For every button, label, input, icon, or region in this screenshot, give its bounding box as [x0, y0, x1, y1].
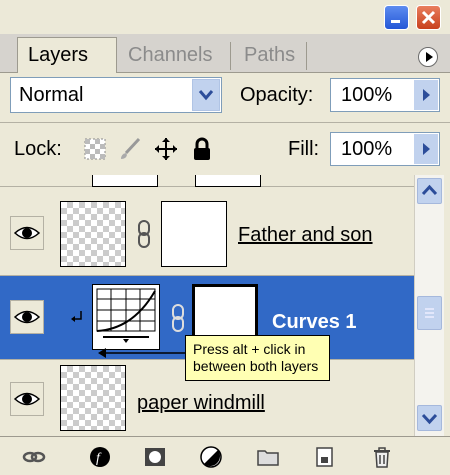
- folder-icon[interactable]: [256, 445, 280, 469]
- scroll-thumb[interactable]: [417, 296, 442, 330]
- fill-arrow-icon[interactable]: [414, 134, 438, 164]
- eye-icon[interactable]: [10, 300, 44, 334]
- close-icon[interactable]: [416, 5, 441, 30]
- layer-mask-thumbnail: [195, 175, 261, 187]
- curves-icon: [92, 284, 160, 350]
- fill-input[interactable]: 100%: [330, 132, 440, 166]
- opacity-arrow-icon[interactable]: [414, 80, 438, 110]
- tooltip: Press alt + click in between both layers: [185, 335, 330, 381]
- adjustment-layer-icon[interactable]: [199, 445, 223, 469]
- blend-mode-select[interactable]: Normal: [10, 77, 222, 113]
- layer-thumbnail: [60, 201, 126, 267]
- lock-brush-icon[interactable]: [118, 137, 142, 161]
- layer-mask-thumbnail: [161, 201, 227, 267]
- layers-scrollbar[interactable]: [414, 175, 444, 436]
- tab-paths[interactable]: Paths: [234, 38, 305, 72]
- dropdown-arrow-icon[interactable]: [192, 79, 220, 111]
- trash-icon[interactable]: [370, 445, 394, 469]
- tab-divider: [230, 42, 231, 70]
- layer-name[interactable]: Curves 1: [272, 311, 357, 334]
- divider: [0, 122, 450, 123]
- layer-thumbnail: [92, 175, 158, 187]
- layers-toolbar: f: [0, 436, 450, 475]
- eye-icon[interactable]: [10, 382, 44, 416]
- lock-transparent-icon[interactable]: [83, 137, 107, 161]
- tooltip-pointer-icon: [98, 348, 186, 358]
- layer-style-icon[interactable]: f: [88, 445, 112, 469]
- layer-row[interactable]: Father and son: [0, 192, 414, 276]
- layer-row-partial[interactable]: [0, 175, 414, 187]
- tab-row: Layers Channels Paths: [0, 34, 450, 73]
- tab-divider: [306, 42, 307, 70]
- lock-move-icon[interactable]: [154, 137, 178, 161]
- layer-name[interactable]: paper windmill: [137, 392, 265, 415]
- eye-icon[interactable]: [10, 216, 44, 250]
- new-layer-icon[interactable]: [312, 445, 336, 469]
- layer-name[interactable]: Father and son: [238, 224, 373, 247]
- fill-value: 100%: [341, 138, 393, 160]
- scroll-down-icon[interactable]: [417, 405, 442, 431]
- link-layers-icon[interactable]: [22, 445, 46, 469]
- opacity-label: Opacity:: [240, 84, 314, 106]
- tab-layers[interactable]: Layers: [17, 37, 117, 73]
- link-chain-icon: [172, 304, 184, 332]
- layer-thumbnail: [60, 365, 126, 431]
- opacity-value: 100%: [341, 84, 393, 106]
- title-bar: [0, 0, 450, 34]
- opacity-input[interactable]: 100%: [330, 78, 440, 112]
- clip-arrow-icon: [71, 311, 82, 322]
- layers-list: Father and son Curves 1 paper windmill: [0, 175, 414, 436]
- mask-icon[interactable]: [143, 445, 167, 469]
- layers-panel: Layers Channels Paths Normal Opacity: 10…: [0, 0, 450, 475]
- blend-mode-value: Normal: [19, 84, 84, 106]
- scroll-up-icon[interactable]: [417, 178, 442, 204]
- minimize-icon[interactable]: [384, 5, 409, 30]
- link-chain-icon: [138, 220, 150, 248]
- panel-menu-icon[interactable]: [418, 47, 438, 67]
- lock-all-icon[interactable]: [190, 137, 214, 161]
- fill-label: Fill:: [288, 138, 320, 160]
- tab-channels[interactable]: Channels: [118, 38, 223, 72]
- lock-label: Lock:: [14, 138, 62, 160]
